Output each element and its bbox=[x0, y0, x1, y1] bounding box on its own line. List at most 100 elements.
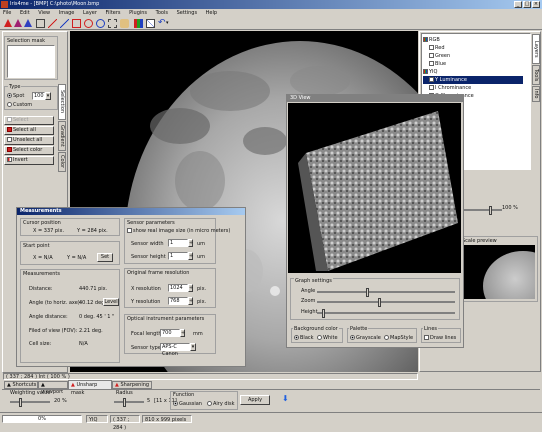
menu-plugins[interactable]: Plugins bbox=[129, 10, 147, 16]
layer-item-blue[interactable]: Blue bbox=[423, 60, 523, 68]
zoom-thumb[interactable] bbox=[489, 206, 492, 215]
tab-unsharp-mask[interactable]: ▲ Unsharp mask bbox=[68, 380, 112, 396]
x-res-input[interactable]: 1024 bbox=[168, 284, 188, 292]
select-all-button[interactable]: Select all bbox=[4, 126, 54, 135]
layer-item-yiq[interactable]: YIQ bbox=[423, 68, 523, 76]
bg-black-option[interactable]: Black bbox=[294, 335, 314, 341]
focal-spin[interactable]: ÷ bbox=[180, 329, 185, 337]
grayscale-option[interactable]: Grayscale bbox=[350, 335, 381, 341]
layer-item-i-chrominance[interactable]: I Chrominance bbox=[423, 84, 523, 92]
zoom3d-slider[interactable] bbox=[317, 298, 455, 307]
rect-tool-icon[interactable] bbox=[72, 19, 81, 28]
sensor-type-dropdown[interactable]: ▾ bbox=[190, 343, 196, 351]
layer-item-green[interactable]: Green bbox=[423, 52, 523, 60]
zoom3d-thumb[interactable] bbox=[378, 298, 381, 307]
gaussian-option[interactable]: Gaussian bbox=[173, 401, 202, 407]
line-tool-icon[interactable] bbox=[48, 19, 57, 28]
menu-image[interactable]: Image bbox=[59, 10, 75, 16]
spot-option[interactable]: Spot bbox=[7, 93, 24, 99]
menu-file[interactable]: File bbox=[3, 10, 11, 16]
bg-white-radio[interactable] bbox=[317, 335, 322, 340]
airy-option[interactable]: Airy disk bbox=[207, 401, 234, 407]
scale-preview-image[interactable] bbox=[463, 245, 535, 299]
tab-gradient[interactable]: Gradient bbox=[58, 121, 66, 151]
tab-layers[interactable]: Layers bbox=[532, 34, 540, 64]
grayscale-radio[interactable] bbox=[350, 335, 355, 340]
menu-settings[interactable]: Settings bbox=[177, 10, 198, 16]
mapstyle-option[interactable]: MapStyle bbox=[384, 335, 413, 341]
select-color-button[interactable]: Select color bbox=[4, 146, 54, 155]
circle-tool-icon[interactable] bbox=[96, 19, 105, 28]
layer-item-y-luminance[interactable]: Y Luminance bbox=[423, 76, 523, 84]
custom-option[interactable]: Custom bbox=[7, 102, 32, 108]
menu-edit[interactable]: Edit bbox=[20, 10, 30, 16]
tab-selection[interactable]: Selection bbox=[58, 84, 66, 120]
weighting-thumb[interactable] bbox=[19, 398, 22, 407]
menu-view[interactable]: View bbox=[38, 10, 50, 16]
crop-icon[interactable] bbox=[36, 19, 45, 28]
brush-tool-icon[interactable] bbox=[60, 19, 69, 28]
invert-button[interactable]: Invert bbox=[4, 156, 54, 165]
maximize-button[interactable]: □ bbox=[523, 1, 531, 8]
curves-icon[interactable] bbox=[146, 19, 155, 28]
radius-thumb[interactable] bbox=[123, 398, 126, 407]
height-slider[interactable] bbox=[317, 309, 455, 318]
show-real-size-option[interactable]: show real image size (in micro meters) bbox=[127, 228, 230, 234]
spot-input[interactable]: 100 bbox=[32, 92, 45, 100]
radius-slider[interactable] bbox=[114, 398, 144, 407]
x-res-spin[interactable]: ÷ bbox=[188, 284, 193, 292]
height-thumb[interactable] bbox=[322, 309, 325, 318]
draw-lines-option[interactable]: Draw lines bbox=[424, 335, 456, 341]
set-button[interactable]: Set bbox=[97, 253, 113, 262]
menu-filters[interactable]: Filters bbox=[106, 10, 121, 16]
sensor-width-spin[interactable]: ÷ bbox=[188, 239, 193, 247]
menu-layer[interactable]: Layer bbox=[83, 10, 97, 16]
menu-help[interactable]: Help bbox=[206, 10, 217, 16]
tab-viewport[interactable]: ▲ Viewport bbox=[38, 381, 68, 395]
tab-info[interactable]: Info bbox=[532, 86, 540, 102]
tab-sharpening[interactable]: ▲ Sharpening bbox=[112, 381, 152, 389]
y-res-input[interactable]: 768 bbox=[168, 297, 188, 305]
select-button[interactable]: Select bbox=[4, 116, 54, 125]
focal-input[interactable]: 700 bbox=[160, 329, 180, 337]
sensor-height-input[interactable]: 1 bbox=[168, 252, 188, 260]
menu-tools[interactable]: Tools bbox=[156, 10, 168, 16]
gaussian-radio[interactable] bbox=[173, 401, 178, 406]
layer-item-red[interactable]: Red bbox=[423, 44, 523, 52]
weighting-slider[interactable] bbox=[10, 398, 50, 407]
tab-shortcuts[interactable]: ▲ Shortcuts bbox=[4, 381, 38, 389]
triangle-red-icon[interactable] bbox=[4, 19, 12, 27]
sensor-height-spin[interactable]: ÷ bbox=[188, 252, 193, 260]
ellipse-tool-icon[interactable] bbox=[84, 19, 93, 28]
unselect-all-button[interactable]: Unselect all bbox=[4, 136, 54, 145]
y-res-spin[interactable]: ÷ bbox=[188, 297, 193, 305]
bg-white-option[interactable]: White bbox=[317, 335, 338, 341]
angle-slider[interactable] bbox=[317, 288, 455, 297]
tab-color[interactable]: Color bbox=[58, 152, 66, 172]
hand-tool-icon[interactable] bbox=[120, 19, 129, 28]
triangle-green-icon[interactable] bbox=[14, 19, 22, 27]
sensor-type-select[interactable]: APS-C Canon bbox=[160, 343, 190, 357]
minimize-button[interactable]: _ bbox=[514, 1, 522, 8]
spot-radio[interactable] bbox=[7, 93, 12, 98]
tab-tools[interactable]: Tools bbox=[532, 65, 540, 85]
pin-icon[interactable]: ⬇ bbox=[282, 394, 289, 404]
level-button[interactable]: Level bbox=[103, 298, 119, 306]
view3d-render[interactable] bbox=[288, 103, 461, 273]
undo-dropdown-icon[interactable]: ▾ bbox=[166, 19, 175, 28]
angle-thumb[interactable] bbox=[366, 288, 369, 297]
apply-button[interactable]: Apply bbox=[240, 395, 270, 405]
sensor-width-input[interactable]: 1 bbox=[168, 239, 188, 247]
airy-radio[interactable] bbox=[207, 401, 212, 406]
mapstyle-radio[interactable] bbox=[384, 335, 389, 340]
histogram-icon[interactable] bbox=[134, 19, 143, 28]
close-button[interactable]: × bbox=[532, 1, 540, 8]
select-tool-icon[interactable] bbox=[108, 19, 117, 28]
custom-radio[interactable] bbox=[7, 102, 12, 107]
triangle-blue-icon[interactable] bbox=[24, 19, 32, 27]
draw-lines-checkbox[interactable] bbox=[424, 335, 429, 340]
layer-item-rgb[interactable]: RGB bbox=[423, 36, 523, 44]
show-real-size-checkbox[interactable] bbox=[127, 228, 132, 233]
bg-black-radio[interactable] bbox=[294, 335, 299, 340]
spot-dropdown[interactable]: ▾ bbox=[45, 92, 51, 100]
